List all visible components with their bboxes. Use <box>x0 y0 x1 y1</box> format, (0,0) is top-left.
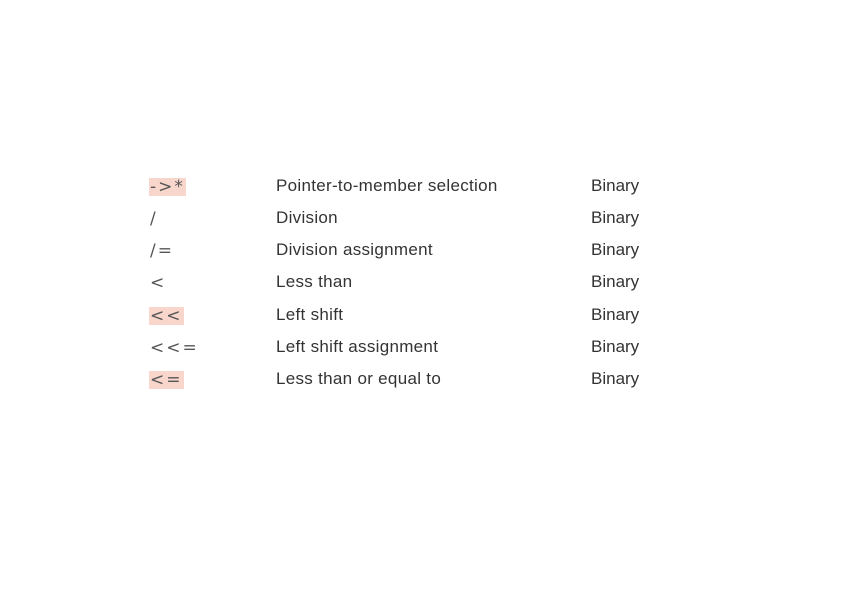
operator: /= <box>150 241 174 261</box>
operator-type: Binary <box>591 369 640 388</box>
table-row: /= Division assignment Binary <box>0 240 842 264</box>
table-row: << Left shift Binary <box>0 305 842 329</box>
operator-type: Binary <box>591 176 640 195</box>
operator: <= <box>149 370 184 390</box>
table-row: < Less than Binary <box>0 272 842 296</box>
operator-type: Binary <box>591 240 640 259</box>
table-row: <= Less than or equal to Binary <box>0 369 842 393</box>
operator-type: Binary <box>591 305 640 324</box>
table-row: <<= Left shift assignment Binary <box>0 337 842 361</box>
operator-type: Binary <box>591 272 640 291</box>
operator: / <box>150 209 158 229</box>
description: Less than <box>276 272 353 291</box>
description: Left shift assignment <box>276 337 439 356</box>
operator: << <box>149 306 184 326</box>
table-row: / Division Binary <box>0 208 842 232</box>
operator: < <box>150 273 167 293</box>
table-row: ->* Pointer-to-member selection Binary <box>0 176 842 200</box>
description: Less than or equal to <box>276 369 442 388</box>
operator: <<= <box>150 338 199 358</box>
description: Left shift <box>276 305 344 324</box>
operator: ->* <box>149 177 186 197</box>
description: Division <box>276 208 338 227</box>
operator-type: Binary <box>591 208 640 227</box>
operator-type: Binary <box>591 337 640 356</box>
description: Pointer-to-member selection <box>276 176 498 195</box>
description: Division assignment <box>276 240 433 259</box>
